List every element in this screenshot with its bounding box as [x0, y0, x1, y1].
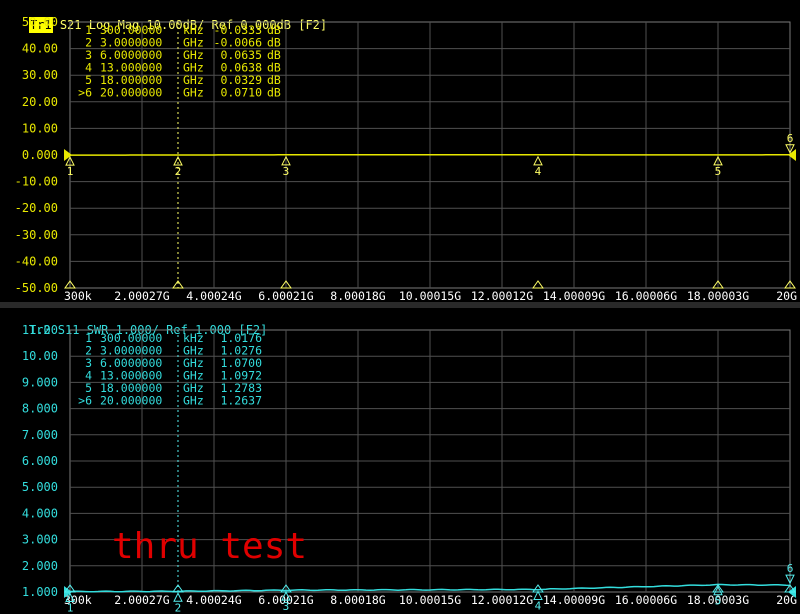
- trace1-x-tick-label: 4.00024G: [186, 289, 241, 303]
- trace2-marker-label: 1: [67, 602, 74, 614]
- trace2-marker-label: 5: [715, 595, 722, 608]
- trace2-y-tick-label: 6.000: [22, 454, 58, 468]
- trace2-y-tick-label: 3.000: [22, 533, 58, 547]
- trace2-x-tick-label: 4.00024G: [186, 593, 241, 607]
- trace1-x-tick-label: 8.00018G: [330, 289, 385, 303]
- trace2-readout-unit: GHz: [183, 394, 204, 408]
- trace2-y-tick-label: 2.000: [22, 559, 58, 573]
- vna-screen: Tr1 S21 Log Mag 10.00dB/ Ref 0.000dB [F2…: [0, 0, 800, 614]
- trace2-marker-triangle: [533, 590, 543, 600]
- trace1-y-tick-label: -20.00: [15, 201, 58, 215]
- trace2-marker-triangle: [173, 592, 183, 602]
- trace1-x-tick-label: 2.00027G: [114, 289, 169, 303]
- trace1-header[interactable]: Tr1 S21 Log Mag 10.00dB/ Ref 0.000dB [F2…: [0, 1, 327, 33]
- trace2-x-tick-label: 8.00018G: [330, 593, 385, 607]
- trace2-readout-id: >6: [78, 394, 92, 408]
- trace1-x-tick-label: 20G: [776, 289, 797, 303]
- trace1-y-tick-label: 40.00: [22, 42, 58, 56]
- trace2-x-tick-label: 12.00012G: [471, 593, 533, 607]
- trace1-y-tick-label: -10.00: [15, 175, 58, 189]
- trace2-plot[interactable]: 11.00 10.00 9.000 8.000 7.000 6.000 5.000 4.000…: [0, 322, 800, 614]
- trace1-marker-label: 2: [175, 165, 182, 178]
- trace1-readout-unit: GHz: [183, 86, 204, 100]
- trace2-y-tick-label: 8.000: [22, 402, 58, 416]
- trace1-x-tick-label: 6.00021G: [258, 289, 313, 303]
- trace2-marker-label: 2: [175, 601, 182, 614]
- trace1-readout-vunit: dB: [267, 86, 281, 100]
- trace1-x-tick-label: 18.00003G: [687, 289, 749, 303]
- trace1-marker-label: 3: [283, 165, 290, 178]
- trace1-y-tick-label: 0.000: [22, 148, 58, 162]
- trace1-marker-label: 1: [67, 165, 74, 178]
- trace2-header[interactable]: Tr2 S11 SWR 1.000/ Ref 1.000 [F2]: [0, 306, 267, 337]
- annotation-text: thru test: [112, 526, 307, 567]
- trace2-y-tick-label: 10.00: [22, 349, 58, 363]
- trace1-x-tick-label: 14.00009G: [543, 289, 605, 303]
- trace2-marker-label: 3: [283, 600, 290, 613]
- trace1-y-tick-label: 10.00: [22, 121, 58, 135]
- trace2-x-tick-label: 14.00009G: [543, 593, 605, 607]
- trace2-readout-value: 1.2637: [220, 394, 262, 408]
- trace1-readout-freq: 20.000000: [100, 86, 162, 100]
- trace1-y-tick-label: -40.00: [15, 254, 58, 268]
- trace1-marker-label: 4: [535, 165, 542, 178]
- trace2-y-tick-label: 1.000: [22, 585, 58, 599]
- trace1-x-tick-label: 10.00015G: [399, 289, 461, 303]
- trace2-x-tick-label: 16.00006G: [615, 593, 677, 607]
- trace1-y-tick-label: 20.00: [22, 95, 58, 109]
- trace1-marker-triangle: [533, 155, 543, 166]
- trace1-readout-value: 0.0710: [220, 86, 262, 100]
- trace1-marker-label: 5: [715, 165, 722, 178]
- trace2-marker-label: 4: [535, 599, 542, 612]
- trace1-plot[interactable]: 50.00 40.00 30.00 20.00 10.00 0.000 -10.00 -20.…: [0, 16, 800, 303]
- trace1-y-tick-label: 30.00: [22, 68, 58, 82]
- trace2-y-tick-label: 5.000: [22, 480, 58, 494]
- trace2-y-tick-label: 9.000: [22, 375, 58, 389]
- trace2-readout-freq: 20.000000: [100, 394, 162, 408]
- trace2-y-tick-label: 7.000: [22, 428, 58, 442]
- trace1-readout-id: >6: [78, 86, 92, 100]
- trace1-axis-marker: [532, 280, 544, 289]
- trace1-x-tick-label: 300k: [64, 289, 92, 303]
- trace1-x-tick-label: 16.00006G: [615, 289, 677, 303]
- trace1-x-tick-label: 12.00012G: [471, 289, 533, 303]
- trace2-marker-label: 6: [787, 562, 794, 575]
- trace2-x-tick-label: 10.00015G: [399, 593, 461, 607]
- trace1-y-tick-label: -30.00: [15, 228, 58, 242]
- trace1-y-tick-label: -50.00: [15, 281, 58, 295]
- trace2-x-tick-label: 2.00027G: [114, 593, 169, 607]
- trace2-y-tick-label: 4.000: [22, 506, 58, 520]
- trace1-y-tick-label: 50.00: [22, 16, 58, 29]
- trace2-y-tick-label: 11.00: [22, 323, 58, 337]
- trace1-marker-label: 6: [787, 132, 794, 145]
